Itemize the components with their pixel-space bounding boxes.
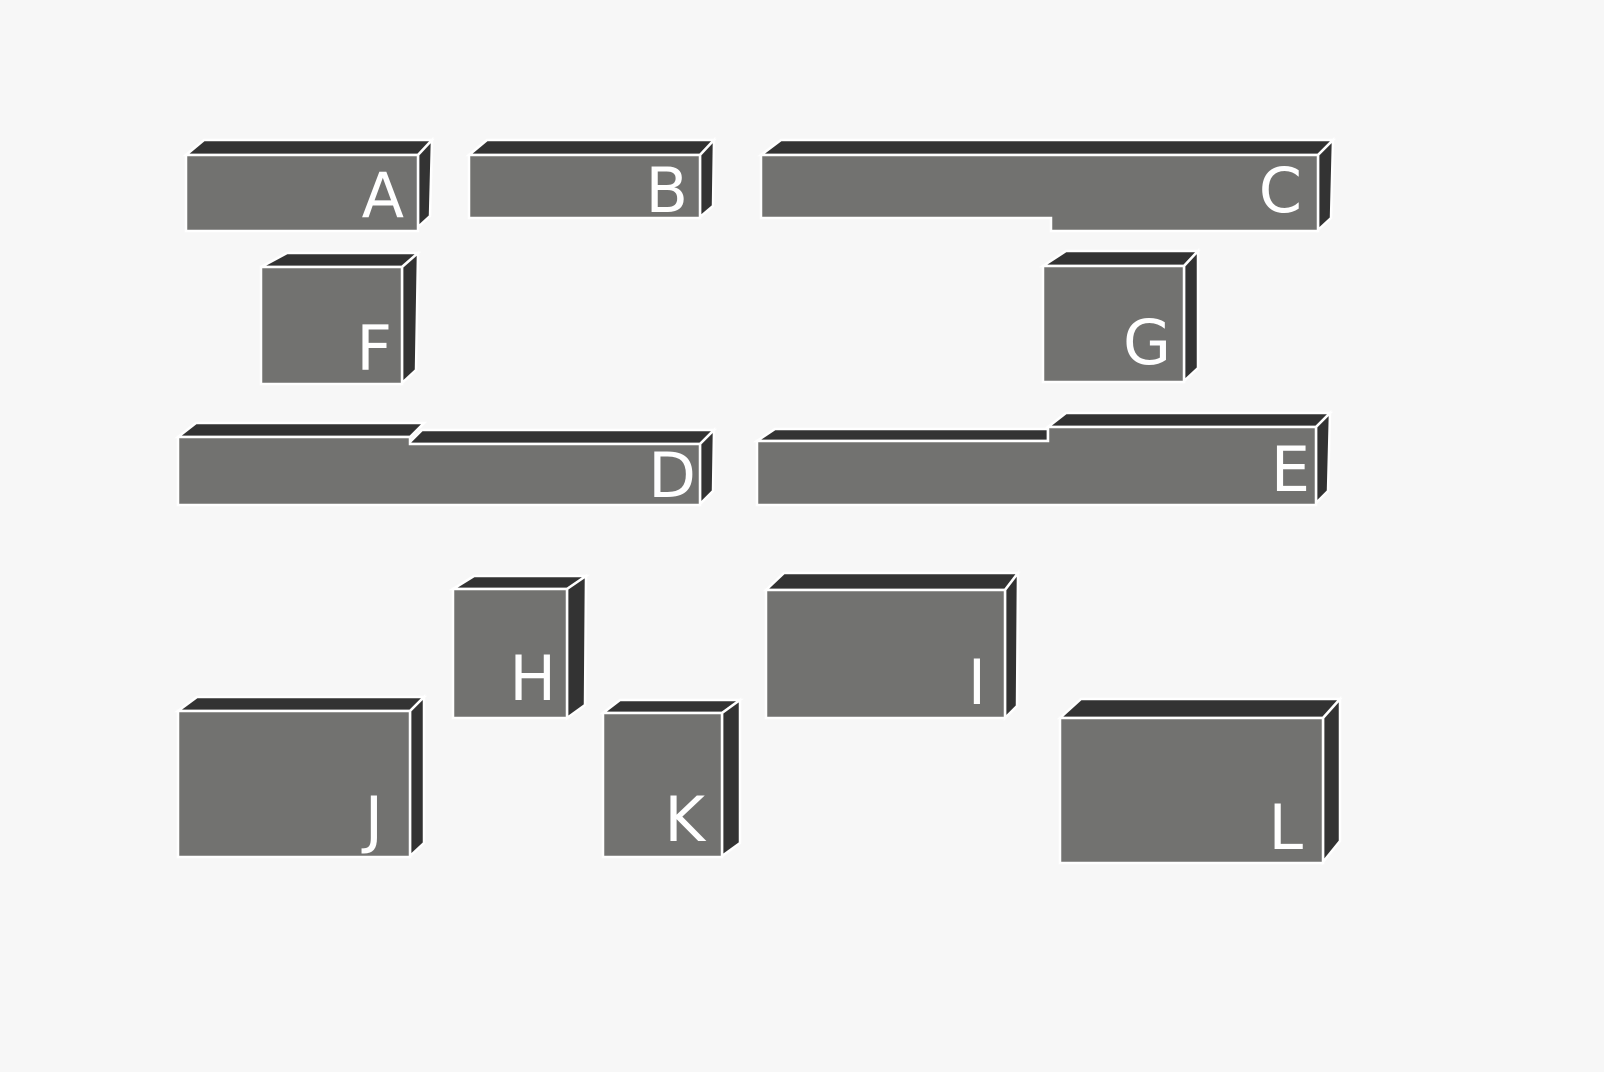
- block-b: B: [465, 136, 717, 227]
- block-label-e: E: [1271, 433, 1310, 506]
- block-label-g: G: [1123, 306, 1171, 379]
- block-label-b: B: [645, 154, 688, 227]
- block-label-j: J: [361, 783, 383, 856]
- block-diagram: A B C F G D E H I J K L: [174, 136, 1343, 866]
- block-c: C: [757, 136, 1337, 233]
- block-label-d: D: [648, 439, 696, 512]
- block-label-h: H: [509, 642, 556, 715]
- block-l: L: [1056, 695, 1343, 866]
- block-label-k: K: [664, 783, 706, 856]
- block-k: K: [599, 697, 744, 859]
- block-g: G: [1038, 247, 1201, 384]
- block-label-l: L: [1268, 791, 1303, 864]
- block-e: E: [752, 409, 1334, 507]
- block-h: H: [448, 573, 591, 721]
- block-a: A: [182, 136, 435, 233]
- block-label-a: A: [362, 159, 404, 232]
- block-i: I: [762, 569, 1021, 722]
- block-j: J: [174, 693, 428, 859]
- block-f: F: [259, 250, 422, 386]
- block-label-f: F: [356, 312, 392, 385]
- block-label-i: I: [968, 646, 986, 719]
- block-d: D: [174, 421, 718, 512]
- block-label-c: C: [1259, 154, 1302, 227]
